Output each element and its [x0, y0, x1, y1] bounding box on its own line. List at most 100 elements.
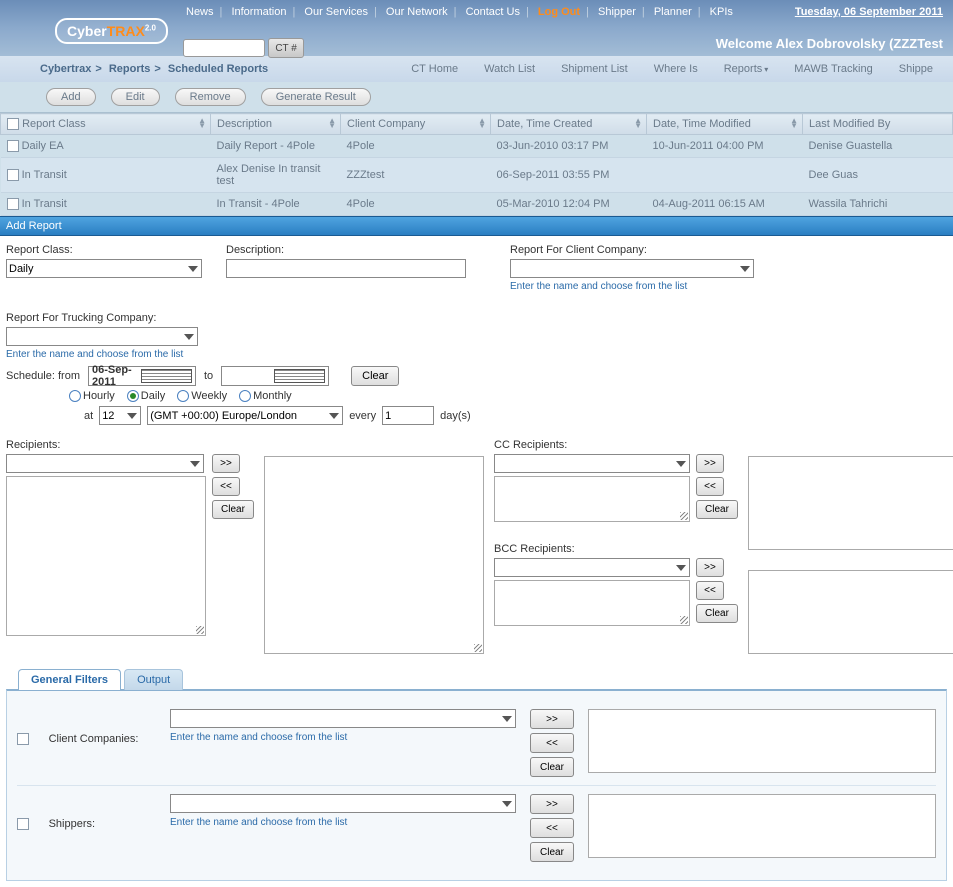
bc-current: Scheduled Reports [168, 63, 268, 75]
add-report-form: Report Class: Daily Description: Report … [0, 236, 953, 887]
clear-dates-button[interactable]: Clear [351, 366, 399, 386]
bcc-clear-button[interactable]: Clear [696, 604, 738, 623]
tab-watch-list[interactable]: Watch List [484, 63, 535, 75]
client-companies-select[interactable] [170, 709, 516, 728]
schedule-from-label: Schedule: from [6, 370, 80, 382]
client-company-label: Report For Client Company: [510, 244, 758, 256]
description-input[interactable] [226, 259, 466, 278]
from-date-input[interactable]: 06-Sep-2011 [88, 366, 196, 386]
bc-root[interactable]: Cybertrax [40, 63, 91, 75]
bcc-remove-button[interactable]: << [696, 581, 724, 600]
tab-mawb[interactable]: MAWB Tracking [794, 63, 872, 75]
frequency-radio-group: Hourly Daily Weekly Monthly [69, 390, 947, 402]
table-row[interactable]: In TransitAlex Denise In transit testZZZ… [1, 158, 953, 193]
report-class-label: Report Class: [6, 244, 206, 256]
every-input[interactable] [382, 406, 434, 425]
cc-add-button[interactable]: >> [696, 454, 724, 473]
recipients-target-list[interactable] [264, 456, 484, 654]
add-button[interactable]: Add [46, 88, 96, 106]
client-companies-label: Client Companies: [49, 709, 156, 745]
timezone-select[interactable]: (GMT +00:00) Europe/London [147, 406, 343, 425]
shippers-checkbox[interactable] [17, 818, 29, 830]
client-companies-list[interactable] [588, 709, 936, 773]
bcc-label: BCC Recipients: [494, 543, 738, 555]
trucking-company-select[interactable] [6, 327, 198, 346]
recipients-source-list[interactable] [6, 476, 206, 636]
bcc-target-list[interactable] [748, 570, 953, 654]
radio-monthly[interactable]: Monthly [239, 390, 292, 402]
table-row[interactable]: In TransitIn Transit - 4Pole4Pole05-Mar-… [1, 193, 953, 216]
nav-contact[interactable]: Contact Us [460, 6, 526, 18]
bcc-add-button[interactable]: >> [696, 558, 724, 577]
tab-output[interactable]: Output [124, 669, 183, 690]
radio-daily[interactable]: Daily [127, 390, 165, 402]
shippers-list[interactable] [588, 794, 936, 858]
every-label: every [349, 410, 376, 422]
client-clear-button[interactable]: Clear [530, 757, 574, 777]
calendar-icon[interactable] [274, 369, 325, 383]
client-company-select[interactable] [510, 259, 754, 278]
ct-search-input[interactable] [183, 39, 265, 57]
cc-source-list[interactable] [494, 476, 690, 522]
tab-general-filters[interactable]: General Filters [18, 669, 121, 690]
edit-button[interactable]: Edit [111, 88, 160, 106]
shippers-add-button[interactable]: >> [530, 794, 574, 814]
cc-remove-button[interactable]: << [696, 477, 724, 496]
section-title: Add Report [0, 216, 953, 236]
client-remove-button[interactable]: << [530, 733, 574, 753]
radio-hourly[interactable]: Hourly [69, 390, 115, 402]
ct-search-button[interactable]: CT # [268, 38, 304, 58]
days-label: day(s) [440, 410, 471, 422]
nav-planner[interactable]: Planner [648, 6, 698, 18]
row-checkbox[interactable] [7, 198, 19, 210]
to-date-input[interactable] [221, 366, 329, 386]
ct-search: CT # [183, 38, 304, 58]
nav-news[interactable]: News [180, 6, 220, 18]
report-class-select[interactable]: Daily [6, 259, 202, 278]
shippers-select[interactable] [170, 794, 516, 813]
resize-handle-icon[interactable] [474, 644, 482, 652]
nav-shipper[interactable]: Shipper [592, 6, 642, 18]
filter-tabs: General Filters Output [6, 668, 947, 690]
tab-where-is[interactable]: Where Is [654, 63, 698, 75]
tab-reports[interactable]: Reports [724, 63, 769, 75]
recipients-select[interactable] [6, 454, 204, 473]
shippers-remove-button[interactable]: << [530, 818, 574, 838]
nav-services[interactable]: Our Services [298, 6, 374, 18]
client-add-button[interactable]: >> [530, 709, 574, 729]
nav-information[interactable]: Information [225, 6, 292, 18]
nav-kpis[interactable]: KPIs [704, 6, 739, 18]
bc-reports[interactable]: Reports [109, 63, 151, 75]
table-row[interactable]: Daily EADaily Report - 4Pole4Pole03-Jun-… [1, 135, 953, 158]
cc-target-list[interactable] [748, 456, 953, 550]
nav-network[interactable]: Our Network [380, 6, 454, 18]
recipients-remove-button[interactable]: << [212, 477, 240, 496]
row-checkbox[interactable] [7, 140, 19, 152]
tab-shipment-list[interactable]: Shipment List [561, 63, 628, 75]
generate-result-button[interactable]: Generate Result [261, 88, 371, 106]
calendar-icon[interactable] [141, 369, 192, 383]
tab-shippers[interactable]: Shippe [899, 63, 933, 75]
shippers-clear-button[interactable]: Clear [530, 842, 574, 862]
select-all-checkbox[interactable] [7, 118, 19, 130]
bcc-select[interactable] [494, 558, 690, 577]
resize-handle-icon[interactable] [680, 512, 688, 520]
logo: CyberTRAX2.0 [55, 18, 168, 44]
cc-select[interactable] [494, 454, 690, 473]
subnav: Cybertrax> Reports> Scheduled Reports CT… [0, 56, 953, 82]
radio-weekly[interactable]: Weekly [177, 390, 227, 402]
resize-handle-icon[interactable] [196, 626, 204, 634]
hour-select[interactable]: 12 [99, 406, 141, 425]
nav-logout[interactable]: Log Out [532, 6, 586, 18]
bcc-source-list[interactable] [494, 580, 690, 626]
to-label: to [204, 370, 213, 382]
remove-button[interactable]: Remove [175, 88, 246, 106]
cc-clear-button[interactable]: Clear [696, 500, 738, 519]
resize-handle-icon[interactable] [680, 616, 688, 624]
client-companies-checkbox[interactable] [17, 733, 29, 745]
tab-ct-home[interactable]: CT Home [411, 63, 458, 75]
row-checkbox[interactable] [7, 169, 19, 181]
reports-grid: Report Class▲▼ Description▲▼ Client Comp… [0, 113, 953, 216]
recipients-add-button[interactable]: >> [212, 454, 240, 473]
recipients-clear-button[interactable]: Clear [212, 500, 254, 519]
